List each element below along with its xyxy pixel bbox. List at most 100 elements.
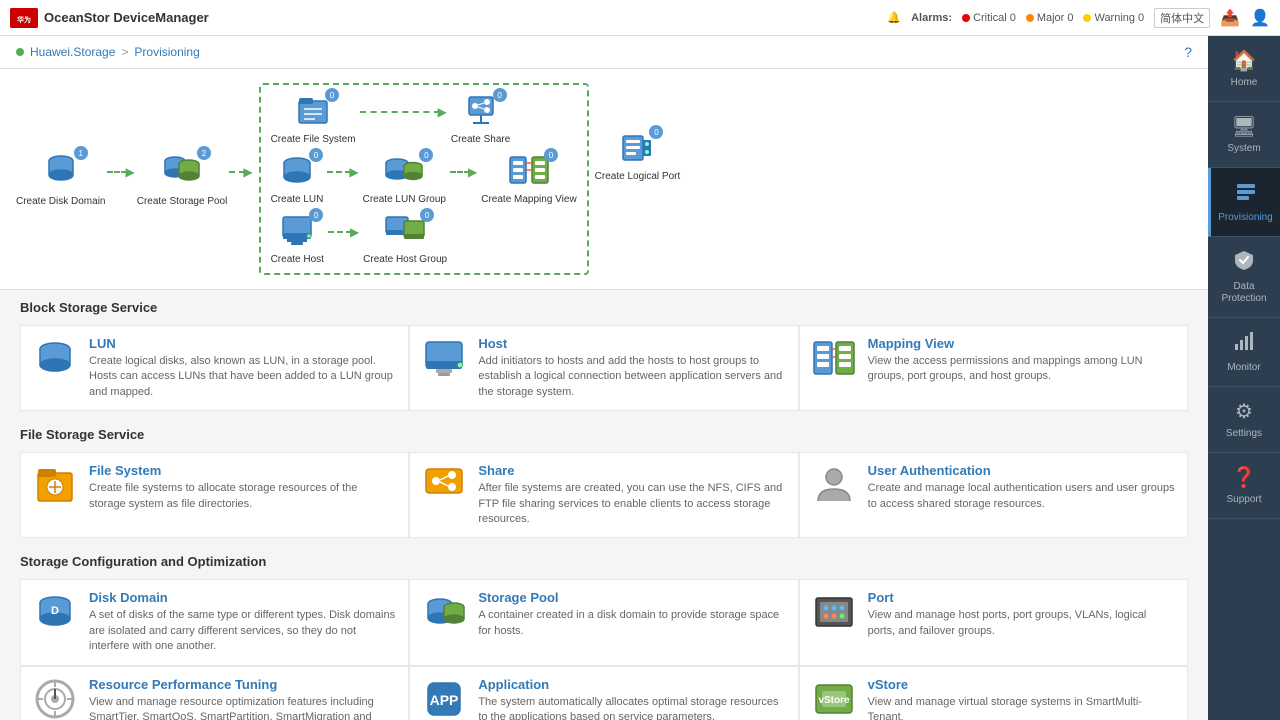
storage-pool-card-name: Storage Pool	[478, 590, 785, 605]
mapping-view-icon-wrap: 0	[508, 153, 550, 190]
sidebar-item-system[interactable]: 🖥 System	[1208, 102, 1280, 168]
wf-step-file-system[interactable]: 0 Create File System	[271, 93, 356, 145]
share-card-icon	[422, 463, 466, 507]
critical-label: Critical	[973, 12, 1007, 24]
card-host[interactable]: Host Add initiators to hosts and add the…	[409, 325, 798, 411]
svg-text:APP: APP	[430, 692, 459, 708]
storage-pool-badge: 2	[197, 146, 211, 160]
host-group-badge: 0	[420, 208, 434, 222]
sidebar-item-settings[interactable]: ⚙ Settings	[1208, 387, 1280, 453]
block-storage-cards: LUN Create logical disks, also known as …	[20, 325, 1188, 411]
sidebar-monitor-label: Monitor	[1227, 362, 1260, 374]
language-selector[interactable]: 简体中文	[1154, 8, 1210, 28]
file-system-label: Create File System	[271, 134, 356, 145]
mapping-view-label: Create Mapping View	[481, 194, 576, 205]
lun-icon-wrap: 0	[279, 153, 315, 190]
lun-group-icon-wrap: 0	[383, 153, 425, 190]
card-disk-domain[interactable]: D Disk Domain A set of disks of the same…	[20, 579, 409, 665]
arrow4: ▶	[327, 165, 358, 179]
wf-step-lun[interactable]: 0 Create LUN	[271, 153, 324, 205]
card-port[interactable]: Port View and manage host ports, port gr…	[799, 579, 1188, 665]
sidebar-system-label: System	[1227, 143, 1260, 155]
wf-step-host[interactable]: 0 Create Host	[271, 213, 324, 265]
card-file-system[interactable]: File System Create file systems to alloc…	[20, 452, 409, 538]
storage-pool-icon-wrap: 2	[161, 151, 203, 192]
resource-perf-card-icon	[33, 677, 77, 720]
right-sidebar: 🏠 Home 🖥 System Provisioning	[1208, 36, 1280, 720]
sidebar-item-data-protection[interactable]: Data Protection	[1208, 237, 1280, 318]
workflow-section: 1 Create Disk Domain ▶	[0, 69, 1208, 290]
warning-label: Warning	[1094, 12, 1135, 24]
help-icon[interactable]: ?	[1184, 44, 1192, 60]
card-user-auth[interactable]: User Authentication Create and manage lo…	[799, 452, 1188, 538]
storage-pool-card-desc: A container created in a disk domain to …	[478, 608, 785, 639]
host-group-icon-wrap: 0	[384, 213, 426, 250]
critical-alarm[interactable]: Critical 0	[962, 12, 1016, 24]
major-count: 0	[1067, 12, 1073, 24]
wf-step-disk-domain[interactable]: 1 Create Disk Domain	[16, 151, 105, 207]
alarms-label: Alarms:	[911, 12, 952, 24]
share-card-name: Share	[478, 463, 785, 478]
header-right: 🔔 Alarms: Critical 0 Major 0 Warning 0 简…	[887, 8, 1270, 28]
user-auth-card-text: User Authentication Create and manage lo…	[868, 463, 1175, 512]
file-system-card-desc: Create file systems to allocate storage …	[89, 481, 396, 512]
card-storage-pool[interactable]: Storage Pool A container created in a di…	[409, 579, 798, 665]
arrow1: ▶	[107, 165, 134, 179]
wf-step-storage-pool[interactable]: 2 Create Storage Pool	[137, 151, 228, 207]
wf-step-host-group[interactable]: 0 Create Host Group	[363, 213, 447, 265]
sidebar-item-home[interactable]: 🏠 Home	[1208, 36, 1280, 102]
storage-config-title: Storage Configuration and Optimization	[20, 554, 1188, 569]
mapping-view-badge: 0	[544, 148, 558, 162]
file-storage-title: File Storage Service	[20, 427, 1188, 442]
wf-step-lun-group[interactable]: 0 Create LUN Group	[363, 153, 446, 205]
home-icon: 🏠	[1232, 48, 1257, 73]
logical-port-label: Create Logical Port	[595, 171, 681, 182]
warning-count: 0	[1138, 12, 1144, 24]
lun-badge: 0	[309, 148, 323, 162]
lun-card-icon	[33, 336, 77, 380]
card-resource-perf[interactable]: Resource Performance Tuning View and man…	[20, 666, 409, 720]
card-lun[interactable]: LUN Create logical disks, also known as …	[20, 325, 409, 411]
breadcrumb-current[interactable]: Provisioning	[134, 45, 199, 59]
arrow3: ▶	[360, 105, 447, 119]
sidebar-item-support[interactable]: ❓ Support	[1208, 453, 1280, 519]
storage-pool-icon	[161, 151, 203, 189]
right-workflow: 0 Create Logical Port	[595, 130, 681, 188]
block-storage-title: Block Storage Service	[20, 300, 1188, 315]
export-icon[interactable]: 📤	[1220, 8, 1240, 28]
card-application[interactable]: APP Application The system automatically…	[409, 666, 798, 720]
monitor-icon	[1233, 330, 1255, 358]
wf-step-logical-port[interactable]: 0 Create Logical Port	[595, 130, 681, 182]
data-protection-icon	[1233, 249, 1255, 277]
user-icon[interactable]: 👤	[1250, 8, 1270, 28]
application-card-icon: APP	[422, 677, 466, 720]
file-storage-cards: File System Create file systems to alloc…	[20, 452, 1188, 538]
storage-pool-label: Create Storage Pool	[137, 196, 228, 207]
card-vstore[interactable]: vStore vStore View and manage virtual st…	[799, 666, 1188, 720]
major-dot	[1026, 14, 1034, 22]
wf-step-mapping-view[interactable]: 0 Create Mapping View	[481, 153, 576, 205]
share-badge: 0	[493, 88, 507, 102]
host-card-icon	[422, 336, 466, 380]
card-mapping-view[interactable]: Mapping View View the access permissions…	[799, 325, 1188, 411]
mapping-view-icon	[508, 153, 550, 187]
support-icon: ❓	[1232, 465, 1257, 490]
major-alarm[interactable]: Major 0	[1026, 12, 1074, 24]
file-system-badge: 0	[325, 88, 339, 102]
breadcrumb-storage[interactable]: Huawei.Storage	[30, 45, 115, 59]
disk-domain-badge: 1	[74, 146, 88, 160]
file-system-card-icon	[33, 463, 77, 507]
disk-domain-card-icon: D	[33, 590, 77, 634]
sidebar-item-monitor[interactable]: Monitor	[1208, 318, 1280, 387]
card-share[interactable]: Share After file systems are created, yo…	[409, 452, 798, 538]
sidebar-item-provisioning[interactable]: Provisioning	[1208, 168, 1280, 237]
warning-alarm[interactable]: Warning 0	[1083, 12, 1144, 24]
user-auth-card-name: User Authentication	[868, 463, 1175, 478]
app-logo: 华为 OceanStor DeviceManager	[10, 8, 209, 28]
user-auth-card-desc: Create and manage local authentication u…	[868, 481, 1175, 512]
wf-step-share[interactable]: 0 Create Share	[451, 93, 510, 145]
port-card-name: Port	[868, 590, 1175, 605]
host-card-name: Host	[478, 336, 785, 351]
sidebar-data-protection-label: Data Protection	[1212, 281, 1276, 305]
bell-icon[interactable]: 🔔	[887, 11, 901, 24]
